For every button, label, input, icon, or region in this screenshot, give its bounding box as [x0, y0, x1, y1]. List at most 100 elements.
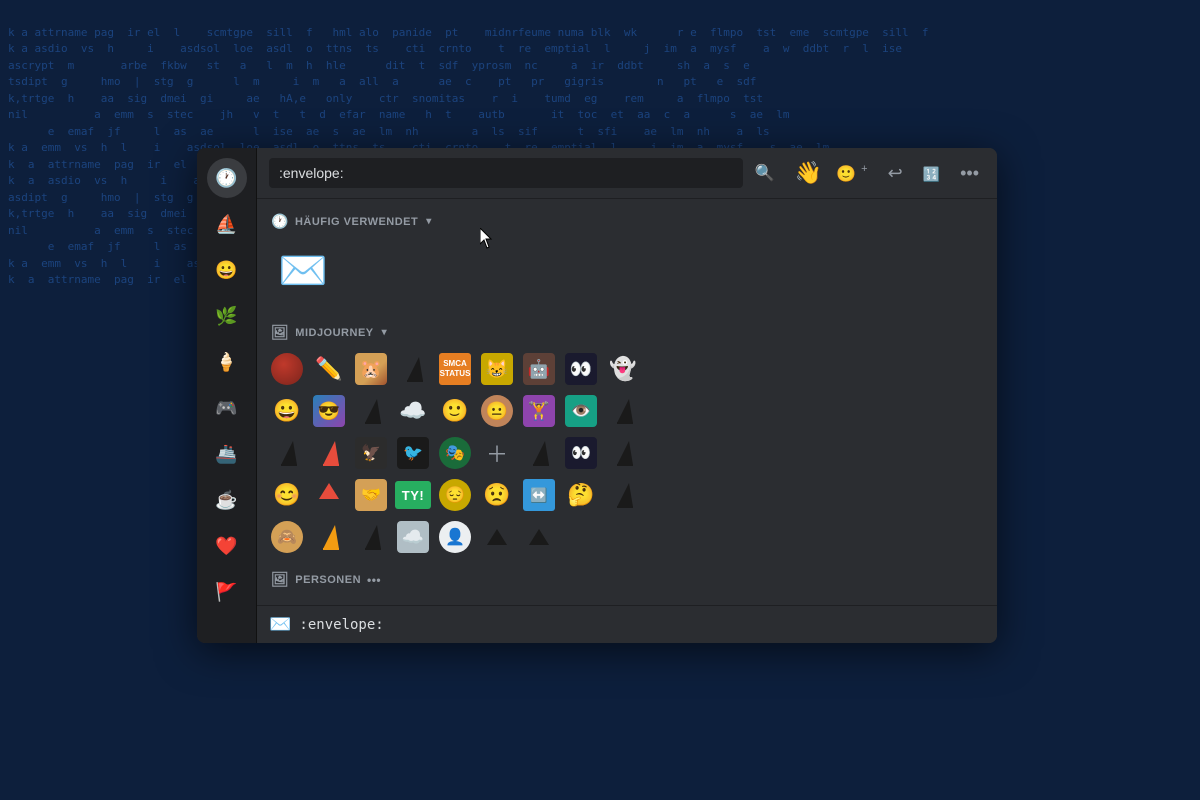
emoji-mj41[interactable]: 👤 — [435, 517, 475, 557]
emoji-mj3[interactable]: 🐹 — [351, 349, 391, 389]
emoji-mj31-ty[interactable]: TY! — [393, 475, 433, 515]
emoji-picker-modal: 🕐 ⛵ 😀 🌿 🍦 🎮 🚢 ☕ ❤️ 🚩 — [197, 148, 997, 643]
sidebar-item-symbols[interactable]: ❤️ — [207, 526, 247, 566]
sidebar-item-recent[interactable]: 🕐 — [207, 158, 247, 198]
section-persons-icon: 🖼 — [271, 571, 289, 588]
sailboat-icon: ⛵ — [215, 214, 237, 235]
sidebar-item-flags[interactable]: 🚩 — [207, 572, 247, 612]
emoji-mj35[interactable]: 🤔 — [561, 475, 601, 515]
emoji-grid-haeufig: ✉️ — [267, 238, 987, 302]
chevron-down-icon-mj: ▾ — [382, 327, 388, 338]
add-emoji-icon: 🙂 — [836, 166, 856, 183]
heart-icon: ❤️ — [215, 536, 237, 557]
nitro-icon: 🔢 — [923, 166, 940, 182]
emoji-mj42[interactable] — [477, 517, 517, 557]
emoji-mj1[interactable] — [267, 349, 307, 389]
section-header-midjourney[interactable]: 🖼 MIDJOURNEY ▾ — [267, 318, 987, 349]
sidebar-item-midjourney[interactable]: ⛵ — [207, 204, 247, 244]
more-icon: ••• — [960, 163, 979, 183]
section-label-persons: PERSONEN — [295, 574, 361, 586]
emoji-mj15[interactable]: 😐 — [477, 391, 517, 431]
emoji-mj10[interactable]: 😀 — [267, 391, 307, 431]
emoji-sidebar: 🕐 ⛵ 😀 🌿 🍦 🎮 🚢 ☕ ❤️ 🚩 — [197, 148, 257, 643]
nitro-button[interactable]: 🔢 — [917, 159, 946, 188]
plus-icon: ＋ — [486, 437, 508, 469]
emoji-mj34[interactable]: ↔️ — [519, 475, 559, 515]
more-button[interactable]: ••• — [954, 159, 985, 188]
search-button[interactable]: 🔍 — [751, 159, 779, 187]
clock-icon: 🕐 — [215, 168, 237, 189]
emoji-empty2 — [645, 391, 685, 431]
emoji-mj38[interactable] — [309, 517, 349, 557]
flag-icon: 🚩 — [215, 582, 237, 603]
gamepad-icon: 🎮 — [215, 398, 237, 419]
footer-text: :envelope: — [299, 617, 383, 633]
emoji-grid-midjourney: ✏️ 🐹 SMCA STATUS 😸 — [267, 349, 987, 557]
emoji-mj8[interactable]: 👀 — [561, 349, 601, 389]
coffee-icon: ☕ — [215, 490, 237, 511]
sidebar-item-objects[interactable]: ☕ — [207, 480, 247, 520]
emoji-mj37[interactable]: 🙈 — [267, 517, 307, 557]
emoji-mj4[interactable] — [393, 349, 433, 389]
waving-hand-button[interactable]: 👋 — [795, 160, 822, 186]
emoji-empty1 — [645, 349, 685, 389]
emoji-mj39[interactable] — [351, 517, 391, 557]
section-clock-icon: 🕐 — [271, 213, 289, 230]
emoji-envelope[interactable]: ✉️ — [267, 238, 339, 302]
emoji-mj26[interactable]: 👀 — [561, 433, 601, 473]
emoji-mj32[interactable]: 😔 — [435, 475, 475, 515]
header-actions: 👋 🙂 + ↩ 🔢 ••• — [795, 159, 985, 188]
section-header-haeufig[interactable]: 🕐 HÄUFIG VERWENDET ▾ — [267, 207, 987, 238]
emoji-mj29-arrow[interactable] — [309, 475, 349, 515]
emoji-mj5[interactable]: SMCA STATUS — [435, 349, 475, 389]
emoji-mj40[interactable]: ☁️ — [393, 517, 433, 557]
emoji-mj30[interactable]: 🤝 — [351, 475, 391, 515]
emoji-mj17[interactable]: 👁️ — [561, 391, 601, 431]
emoji-mj22[interactable]: 🐦 — [393, 433, 433, 473]
add-emoji-button[interactable]: 🙂 + — [830, 159, 873, 188]
reply-icon: ↩ — [888, 163, 903, 183]
emoji-mj18[interactable] — [603, 391, 643, 431]
emoji-mj16[interactable]: 🏋️ — [519, 391, 559, 431]
emoji-mj19[interactable] — [267, 433, 307, 473]
emoji-mj9[interactable]: 👻 — [603, 349, 643, 389]
search-input[interactable]: :envelope: — [269, 158, 743, 188]
sidebar-item-smileys[interactable]: 😀 — [207, 250, 247, 290]
emoji-mj11[interactable]: 😎 — [309, 391, 349, 431]
section-mj-icon: 🖼 — [271, 324, 289, 341]
emoji-mj13[interactable]: ☁️ — [393, 391, 433, 431]
reply-button[interactable]: ↩ — [882, 159, 909, 188]
submarine-icon: 🚢 — [215, 444, 237, 465]
emoji-mj33[interactable]: 😟 — [477, 475, 517, 515]
emoji-mj27[interactable] — [603, 433, 643, 473]
emoji-mj20[interactable] — [309, 433, 349, 473]
smiley-icon: 😀 — [215, 260, 237, 281]
emoji-footer: ✉️ :envelope: — [257, 605, 997, 643]
emoji-mj25[interactable] — [519, 433, 559, 473]
emoji-mj12[interactable] — [351, 391, 391, 431]
section-label-haeufig: HÄUFIG VERWENDET — [295, 216, 418, 228]
sidebar-item-food[interactable]: 🍦 — [207, 342, 247, 382]
emoji-mj2[interactable]: ✏️ — [309, 349, 349, 389]
emoji-scroll-area[interactable]: 🕐 HÄUFIG VERWENDET ▾ ✉️ 🖼 MIDJOURNEY ▾ — [257, 199, 997, 605]
ellipsis-icon: ••• — [367, 573, 381, 587]
popsicle-icon: 🍦 — [215, 352, 237, 373]
emoji-mj7[interactable]: 🤖 — [519, 349, 559, 389]
sidebar-item-travel[interactable]: 🚢 — [207, 434, 247, 474]
section-label-midjourney: MIDJOURNEY — [295, 327, 373, 339]
emoji-mj21[interactable]: 🦅 — [351, 433, 391, 473]
emoji-mj14[interactable]: 🙂 — [435, 391, 475, 431]
emoji-mj28[interactable]: 😊 — [267, 475, 307, 515]
emoji-mj24-plus[interactable]: ＋ — [477, 433, 517, 473]
emoji-mj6[interactable]: 😸 — [477, 349, 517, 389]
footer-envelope-icon: ✉️ — [269, 614, 291, 635]
sidebar-item-activities[interactable]: 🎮 — [207, 388, 247, 428]
section-header-persons[interactable]: 🖼 PERSONEN ••• — [267, 565, 987, 596]
emoji-mj43[interactable] — [519, 517, 559, 557]
emoji-mj36[interactable] — [603, 475, 643, 515]
emoji-header: :envelope: 🔍 👋 🙂 + ↩ 🔢 ••• — [257, 148, 997, 199]
sidebar-item-nature[interactable]: 🌿 — [207, 296, 247, 336]
emoji-empty3 — [645, 433, 685, 473]
emoji-mj23[interactable]: 🎭 — [435, 433, 475, 473]
leaf-icon: 🌿 — [215, 306, 237, 327]
